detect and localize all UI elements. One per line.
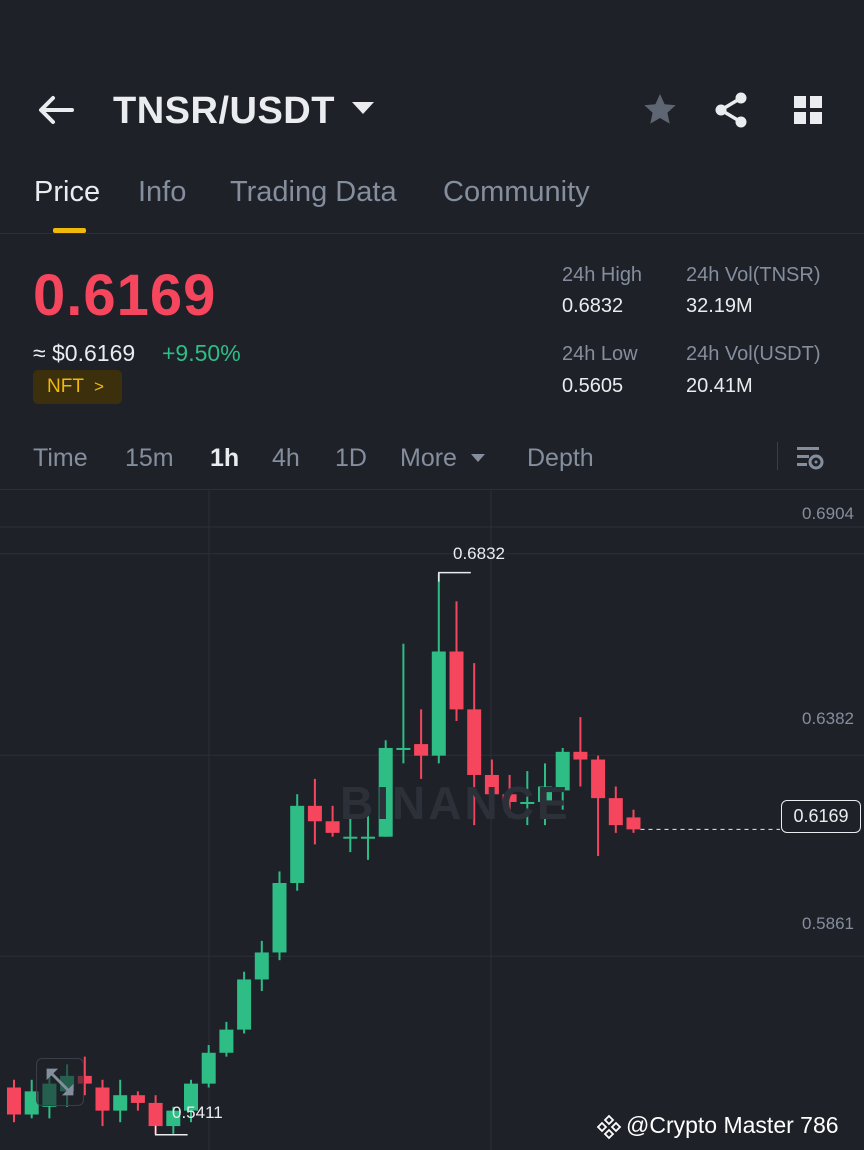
- candle-body-down: [591, 759, 606, 799]
- candle-body-up: [361, 836, 375, 839]
- y-tick-label: 0.5861: [802, 914, 854, 933]
- back-arrow-icon[interactable]: [36, 92, 76, 128]
- tab-bar: Price Info Trading Data Community: [0, 170, 864, 234]
- candle-body-down: [307, 805, 322, 822]
- stat-low-label: 24h Low: [562, 343, 638, 365]
- creator-credit: @Crypto Master 786: [626, 1112, 839, 1138]
- candle-body-down: [7, 1087, 21, 1115]
- candle-body-up: [254, 952, 269, 980]
- last-price: 0.6169: [33, 263, 217, 328]
- y-tick-label: 0.6904: [802, 504, 854, 523]
- interval-1h[interactable]: 1h: [210, 444, 239, 473]
- stat-vol-quote-label: 24h Vol(USDT): [686, 343, 821, 365]
- candle-body-up: [343, 836, 358, 839]
- candle-body-down: [325, 821, 340, 833]
- candle-body-up: [237, 979, 252, 1030]
- stat-vol-base-value: 32.19M: [686, 295, 753, 317]
- usd-value: ≈ $0.6169: [33, 340, 136, 366]
- candle-body-up: [290, 805, 305, 884]
- candle-body-down: [95, 1087, 110, 1111]
- candle-body-up: [396, 747, 411, 750]
- binance-logo-icon: [596, 1114, 622, 1140]
- stat-vol-base-label: 24h Vol(TNSR): [686, 264, 821, 286]
- active-tab-indicator: [53, 228, 86, 233]
- chevron-down-icon[interactable]: [352, 102, 374, 114]
- candle-body-down: [608, 798, 623, 826]
- interval-1d[interactable]: 1D: [335, 444, 367, 473]
- candle-body-up: [431, 651, 446, 756]
- candle-body-down: [130, 1095, 145, 1103]
- nft-badge-label: NFT: [47, 376, 84, 397]
- tab-community[interactable]: Community: [443, 176, 590, 209]
- nft-badge[interactable]: NFT >: [33, 370, 122, 404]
- header: TNSR/USDT: [0, 70, 864, 150]
- interval-bar: Time 15m 1h 4h 1D More Depth: [0, 432, 864, 490]
- interval-more[interactable]: More: [400, 444, 457, 473]
- chart-settings-icon[interactable]: [795, 442, 825, 472]
- candle-body-down: [573, 751, 588, 760]
- candle-body-down: [414, 744, 429, 756]
- expand-chart-icon[interactable]: [36, 1058, 84, 1106]
- stat-high-value: 0.6832: [562, 295, 624, 317]
- chevron-right-icon: >: [93, 377, 104, 396]
- grid-icon[interactable]: [788, 90, 828, 130]
- more-caret-icon: [471, 454, 485, 462]
- trading-pair-title[interactable]: TNSR/USDT: [113, 90, 335, 133]
- price-change-percent: +9.50%: [162, 340, 241, 366]
- stat-high-label: 24h High: [562, 264, 643, 286]
- interval-15m[interactable]: 15m: [125, 444, 174, 473]
- share-icon[interactable]: [712, 90, 752, 130]
- candle-body-up: [219, 1029, 234, 1053]
- low-annotation: 0.5411: [172, 1103, 223, 1122]
- last-price-marker: 0.6169: [781, 800, 861, 833]
- y-tick-label: 0.6382: [802, 709, 854, 728]
- candle-body-down: [148, 1102, 163, 1127]
- high-leader-line: [438, 571, 471, 582]
- candle-body-up: [113, 1095, 128, 1111]
- candle-body-up: [272, 883, 287, 953]
- star-icon[interactable]: [640, 90, 680, 130]
- tab-price[interactable]: Price: [34, 176, 100, 209]
- candle-body-down: [467, 709, 482, 775]
- interval-depth[interactable]: Depth: [527, 444, 594, 473]
- tab-trading-data[interactable]: Trading Data: [230, 176, 397, 209]
- exchange-watermark: BINANCE: [340, 777, 571, 829]
- candle-body-down: [626, 817, 641, 830]
- interval-time[interactable]: Time: [33, 444, 88, 473]
- interval-4h[interactable]: 4h: [272, 444, 300, 473]
- low-leader-line: [154, 1125, 188, 1136]
- stat-vol-quote-value: 20.41M: [686, 375, 753, 397]
- interval-divider: [777, 442, 778, 470]
- candle-body-up: [201, 1052, 216, 1084]
- tab-info[interactable]: Info: [138, 176, 186, 209]
- stat-low-value: 0.5605: [562, 375, 624, 397]
- candle-body-down: [449, 651, 464, 710]
- high-annotation: 0.6832: [453, 544, 505, 563]
